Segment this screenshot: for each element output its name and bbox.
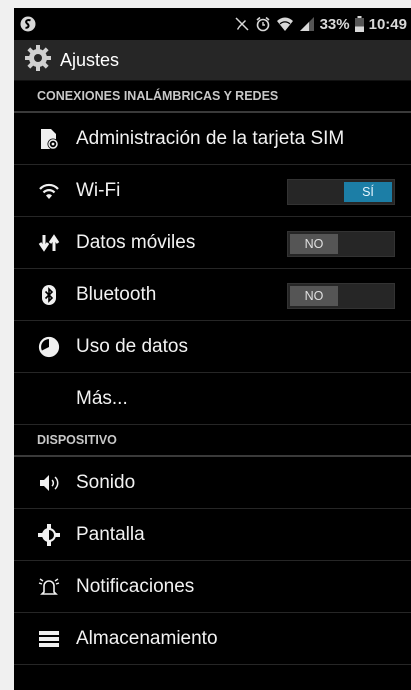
brightness-icon <box>38 523 60 546</box>
settings-item-label: Sonido <box>76 471 136 493</box>
wifi-toggle[interactable]: SÍ <box>287 179 395 205</box>
status-bar: 33% 10:49 <box>14 8 411 40</box>
settings-item-notifications[interactable]: Notificaciones <box>14 561 411 613</box>
page-title: Ajustes <box>60 49 120 70</box>
wifi-icon <box>38 180 60 202</box>
settings-item-mobile-data[interactable]: Datos móviles NO <box>14 217 411 269</box>
settings-item-more[interactable]: Más... <box>14 373 411 425</box>
bluetooth-toggle[interactable]: NO <box>287 283 395 309</box>
sim-card-icon <box>38 128 60 150</box>
mute-icon <box>234 16 250 32</box>
sync-icon <box>20 16 36 32</box>
toggle-state: NO <box>290 286 338 306</box>
data-arrows-icon <box>38 232 60 254</box>
bluetooth-icon <box>38 284 60 306</box>
section-header-device: DISPOSITIVO <box>14 425 411 457</box>
settings-item-sim[interactable]: Administración de la tarjeta SIM <box>14 113 411 165</box>
speaker-icon <box>38 472 60 494</box>
settings-item-storage[interactable]: Almacenamiento <box>14 613 411 665</box>
phone-screen: 33% 10:49 Ajustes CONEXIONES INALÁMBRICA… <box>14 8 411 690</box>
bell-icon <box>38 576 60 598</box>
settings-item-label: Wi-Fi <box>76 179 121 201</box>
settings-item-label: Datos móviles <box>76 231 196 253</box>
settings-item-label: Almacenamiento <box>76 627 218 649</box>
action-bar: Ajustes <box>14 40 411 81</box>
wifi-icon <box>276 16 294 32</box>
storage-icon <box>38 628 60 650</box>
mobile-data-toggle[interactable]: NO <box>287 231 395 257</box>
settings-item-wifi[interactable]: Wi-Fi SÍ <box>14 165 411 217</box>
settings-item-sound[interactable]: Sonido <box>14 457 411 509</box>
settings-item-label: Pantalla <box>76 523 145 545</box>
settings-item-label: Administración de la tarjeta SIM <box>76 127 345 149</box>
pie-chart-icon <box>38 336 60 358</box>
battery-icon <box>354 16 364 32</box>
clock: 10:49 <box>368 15 407 33</box>
section-header-wireless: CONEXIONES INALÁMBRICAS Y REDES <box>14 81 411 113</box>
settings-item-label: Bluetooth <box>76 283 157 305</box>
settings-item-label: Más... <box>76 387 128 409</box>
battery-percent: 33% <box>319 15 350 33</box>
toggle-state: NO <box>290 234 338 254</box>
settings-item-bluetooth[interactable]: Bluetooth NO <box>14 269 411 321</box>
settings-item-label: Uso de datos <box>76 335 188 357</box>
signal-icon <box>299 16 315 32</box>
alarm-icon <box>255 16 271 32</box>
settings-item-label: Notificaciones <box>76 575 195 597</box>
gear-icon[interactable] <box>24 44 52 77</box>
toggle-state: SÍ <box>344 182 392 202</box>
settings-item-display[interactable]: Pantalla <box>14 509 411 561</box>
settings-item-data-usage[interactable]: Uso de datos <box>14 321 411 373</box>
